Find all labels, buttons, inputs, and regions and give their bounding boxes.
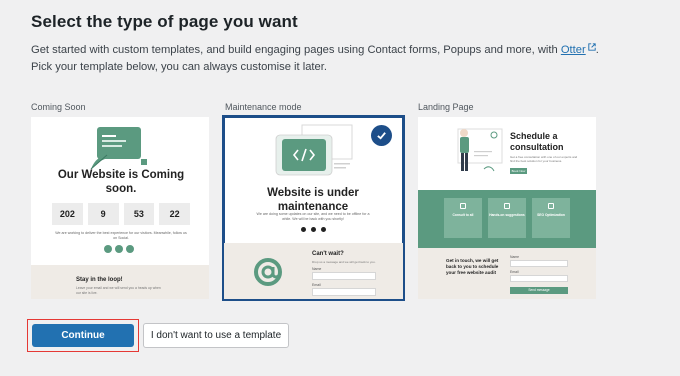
instagram-icon — [126, 245, 134, 253]
template-card-maintenance[interactable]: Website is under maintenance We are doin… — [222, 115, 405, 301]
countdown-row: 202 9 53 22 — [52, 203, 190, 225]
maintenance-note: We are doing some updates on our site, a… — [256, 212, 370, 221]
template-card-coming-soon[interactable]: Our Website is Coming soon. 202 9 53 22 … — [31, 117, 209, 299]
email-label: Email — [510, 270, 519, 274]
page-title: Select the type of page you want — [31, 12, 298, 31]
twitter-icon — [301, 227, 306, 232]
description-period: . — [595, 44, 599, 56]
feature-icon — [460, 203, 466, 209]
name-field — [312, 272, 376, 280]
coming-soon-illustration — [90, 127, 147, 170]
landing-contact-section: Get in touch, we will get back to you to… — [418, 248, 596, 299]
countdown-cell: 53 — [123, 203, 155, 225]
otter-link[interactable]: Otter — [561, 44, 586, 56]
facebook-icon — [311, 227, 316, 232]
social-icons — [104, 245, 134, 253]
description-line-2: Pick your template below, you can always… — [31, 61, 327, 73]
feature-icon — [504, 203, 510, 209]
contact-heading: Get in touch, we will get back to you to… — [446, 258, 499, 275]
form-title: Can't wait? — [312, 251, 344, 257]
no-template-button[interactable]: I don't want to use a template — [143, 323, 289, 348]
countdown-cell: 9 — [87, 203, 119, 225]
facebook-icon — [115, 245, 123, 253]
email-label: Email — [312, 283, 321, 287]
coming-soon-note: We are working to deliver the best exper… — [55, 231, 187, 240]
maintenance-illustration — [275, 124, 353, 176]
twitter-icon — [104, 245, 112, 253]
card-label-maintenance: Maintenance mode — [225, 102, 302, 112]
description-text: Get started with custom templates, and b… — [31, 44, 561, 56]
coming-soon-footer: Stay in the loop! Leave your email and w… — [31, 265, 209, 299]
feature-icon — [548, 203, 554, 209]
feature-tile: SEO Optimization — [532, 198, 570, 238]
book-now-button: Book Now — [510, 168, 527, 174]
at-sign-icon — [254, 258, 282, 286]
footer-text: Leave your email and we will send you a … — [76, 286, 161, 295]
email-field — [510, 275, 568, 282]
feature-title: Consult to all — [452, 213, 474, 217]
name-field — [510, 260, 568, 267]
external-link-icon — [588, 43, 596, 51]
instagram-icon — [321, 227, 326, 232]
name-label: Name — [510, 255, 520, 259]
feature-tile: Hands-on suggestions — [488, 198, 526, 238]
template-card-landing[interactable]: Schedule a consultation Get a free consu… — [418, 117, 596, 299]
name-label: Name — [312, 267, 322, 271]
feature-title: SEO Optimization — [537, 213, 565, 217]
social-icons — [301, 227, 326, 232]
maintenance-form-section: Can't wait? Drop us a message and we wil… — [224, 243, 403, 299]
email-field — [312, 288, 376, 296]
card-label-coming-soon: Coming Soon — [31, 102, 86, 112]
card-label-landing: Landing Page — [418, 102, 474, 112]
features-band: Consult to all Hands-on suggestions SEO … — [418, 190, 596, 248]
landing-heading: Schedule a consultation — [510, 131, 564, 152]
landing-illustration — [457, 128, 503, 172]
form-subtitle: Drop us a message and we will get back t… — [312, 260, 376, 264]
feature-title: Hands-on suggestions — [489, 213, 525, 217]
landing-subtitle: Get a free consultation with one of our … — [510, 155, 578, 163]
send-message-button: Send message — [510, 287, 568, 294]
countdown-cell: 202 — [52, 203, 83, 225]
feature-tile: Consult to all — [444, 198, 482, 238]
footer-title: Stay in the loop! — [76, 277, 123, 283]
coming-soon-heading: Our Website is Coming soon. — [57, 169, 185, 195]
selected-check-icon — [371, 125, 392, 146]
countdown-cell: 22 — [159, 203, 190, 225]
maintenance-heading: Website is under maintenance — [267, 187, 359, 213]
continue-button[interactable]: Continue — [32, 324, 134, 347]
page-description: Get started with custom templates, and b… — [31, 42, 651, 76]
